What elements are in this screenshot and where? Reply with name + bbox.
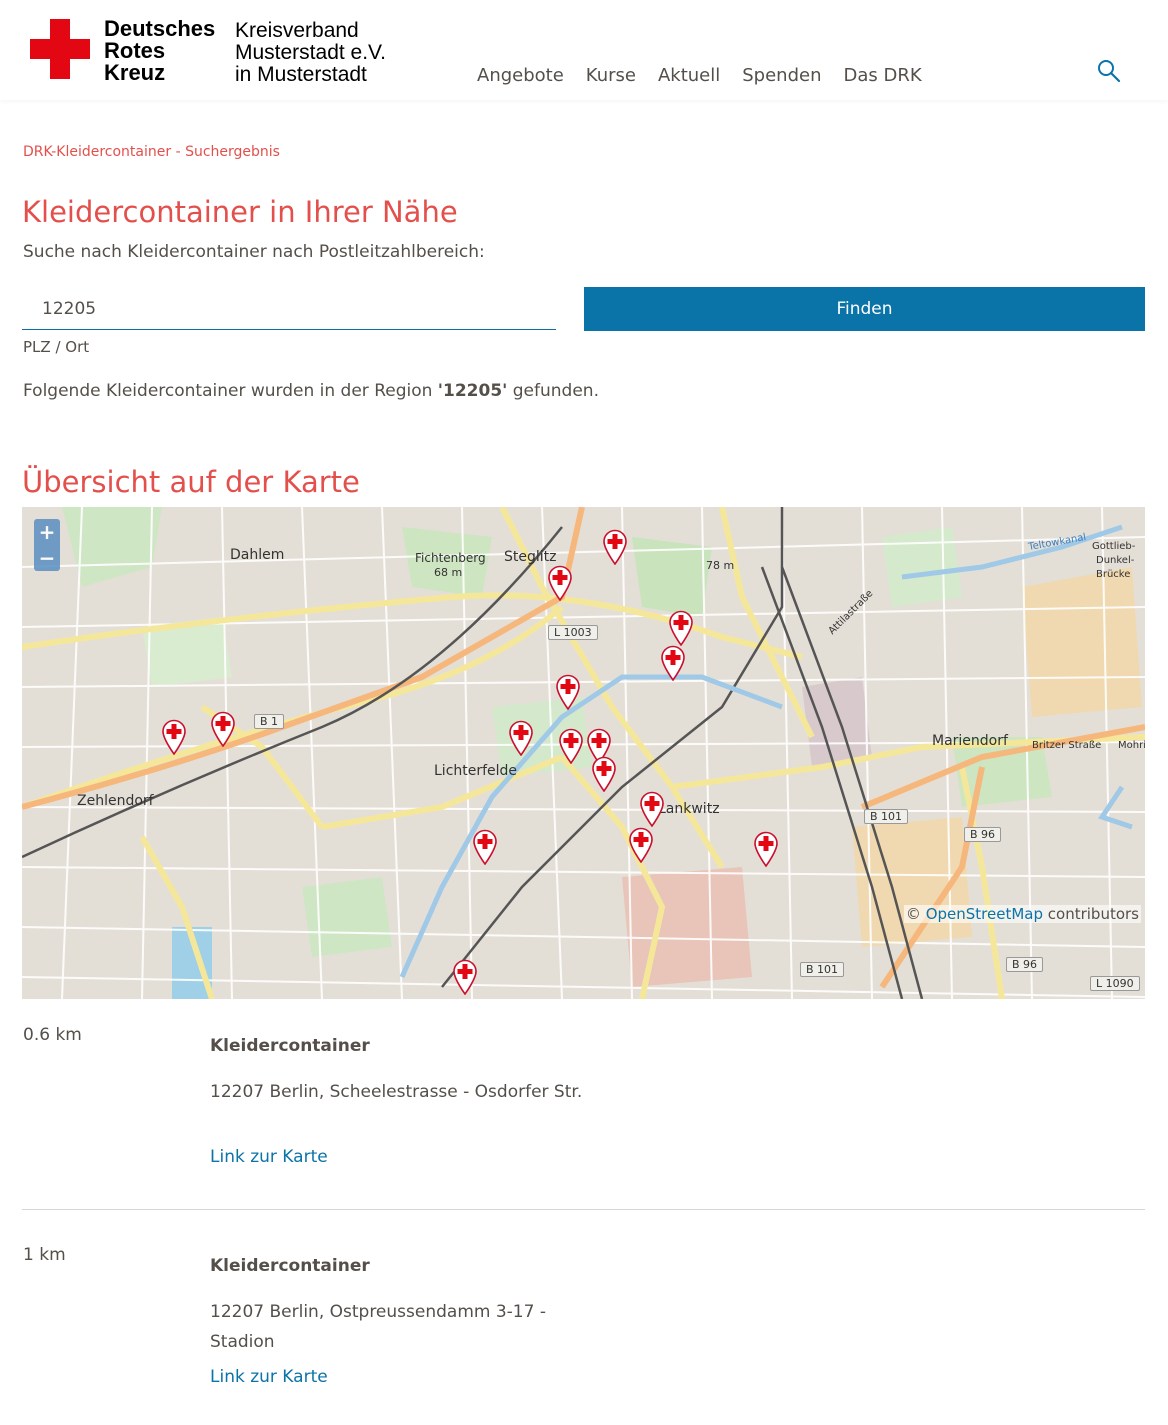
map-label: Dahlem <box>230 547 285 563</box>
result-divider <box>22 1209 1145 1210</box>
container-marker-icon[interactable] <box>602 529 628 566</box>
nav-item-aktuell[interactable]: Aktuell <box>658 65 720 86</box>
road-badge: L 1003 <box>548 625 598 640</box>
container-marker-icon[interactable] <box>639 791 665 828</box>
map-link[interactable]: Link zur Karte <box>210 1367 328 1387</box>
red-cross-logo-icon[interactable] <box>30 19 90 79</box>
map-label: Fichtenberg <box>415 551 486 565</box>
search-icon[interactable] <box>1096 58 1122 84</box>
result-summary-suffix: gefunden. <box>507 381 599 401</box>
org-line: Musterstadt e.V. <box>235 41 386 64</box>
container-marker-icon[interactable] <box>753 831 779 868</box>
road-badge: B 1 <box>254 714 285 729</box>
result-address: 12207 Berlin, Ostpreussendamm 3-17 - Sta… <box>210 1302 546 1352</box>
result-distance: 1 km <box>23 1245 66 1265</box>
map-label: Mariendorf <box>932 733 1008 749</box>
result-title: Kleidercontainer <box>210 1256 370 1276</box>
road-badge: B 101 <box>864 809 909 824</box>
map-label: Steglitz <box>504 549 557 565</box>
zoom-control: + − <box>34 519 60 571</box>
attribution-prefix: © <box>905 905 926 923</box>
result-item: 1 km Kleidercontainer 12207 Berlin, Ostp… <box>22 1245 1145 1415</box>
zoom-in-button[interactable]: + <box>34 519 60 545</box>
page-title: Kleidercontainer in Ihrer Nähe <box>22 195 458 229</box>
logo-wordmark[interactable]: Deutsches Rotes Kreuz <box>104 18 215 84</box>
result-item: 0.6 km Kleidercontainer 12207 Berlin, Sc… <box>22 1025 1145 1195</box>
logo-line: Deutsches <box>104 16 216 41</box>
nav-item-das-drk[interactable]: Das DRK <box>844 65 922 86</box>
org-line: Kreisverband <box>235 19 359 42</box>
plz-input-label: PLZ / Ort <box>23 338 90 356</box>
container-map[interactable]: Dahlem Steglitz Fichtenberg 68 m 78 m Li… <box>22 507 1145 999</box>
map-label: Brücke <box>1096 569 1131 580</box>
road-badge: B 101 <box>800 962 845 977</box>
result-summary: Folgende Kleidercontainer wurden in der … <box>23 381 599 401</box>
container-marker-icon[interactable] <box>452 959 478 996</box>
result-title: Kleidercontainer <box>210 1036 370 1056</box>
map-label: Mohrin <box>1118 740 1145 751</box>
plz-search-input[interactable] <box>22 288 556 330</box>
search-intro-text: Suche nach Kleidercontainer nach Postlei… <box>23 242 485 262</box>
map-label: Britzer Straße <box>1032 740 1102 751</box>
road-badge: L 1090 <box>1090 976 1140 991</box>
map-label: Lichterfelde <box>434 763 518 779</box>
container-marker-icon[interactable] <box>210 711 236 748</box>
attribution-suffix: contributors <box>1043 905 1139 923</box>
result-summary-prefix: Folgende Kleidercontainer wurden in der … <box>23 381 438 401</box>
map-label: Lankwitz <box>658 801 720 817</box>
main-navigation: Angebote Kurse Aktuell Spenden Das DRK <box>477 65 944 86</box>
container-marker-icon[interactable] <box>660 645 686 682</box>
site-header: Deutsches Rotes Kreuz Kreisverband Muste… <box>0 0 1168 100</box>
logo-line: Rotes <box>104 38 166 63</box>
openstreetmap-link[interactable]: OpenStreetMap <box>926 905 1043 923</box>
map-label: Zehlendorf <box>77 793 154 809</box>
road-badge: B 96 <box>964 827 1002 842</box>
nav-item-angebote[interactable]: Angebote <box>477 65 564 86</box>
container-marker-icon[interactable] <box>508 720 534 757</box>
container-marker-icon[interactable] <box>472 829 498 866</box>
container-marker-icon[interactable] <box>591 756 617 793</box>
container-marker-icon[interactable] <box>558 728 584 765</box>
map-label: 68 m <box>434 566 463 579</box>
org-line: in Musterstadt <box>235 63 367 86</box>
result-region: '12205' <box>437 381 508 401</box>
zoom-out-button[interactable]: − <box>34 545 60 571</box>
container-marker-icon[interactable] <box>555 674 581 711</box>
result-address: 12207 Berlin, Scheelestrasse - Osdorfer … <box>210 1082 583 1102</box>
container-marker-icon[interactable] <box>668 610 694 647</box>
nav-item-kurse[interactable]: Kurse <box>586 65 636 86</box>
road-badge: B 96 <box>1006 957 1044 972</box>
map-label: Dunkel- <box>1096 555 1135 566</box>
container-marker-icon[interactable] <box>161 719 187 756</box>
container-marker-icon[interactable] <box>547 565 573 602</box>
breadcrumb[interactable]: DRK-Kleidercontainer - Suchergebnis <box>23 144 280 160</box>
map-link[interactable]: Link zur Karte <box>210 1147 328 1167</box>
map-label: Gottlieb- <box>1092 541 1136 552</box>
map-label: 78 m <box>706 559 735 572</box>
container-marker-icon[interactable] <box>628 827 654 864</box>
result-distance: 0.6 km <box>23 1025 82 1045</box>
logo-line: Kreuz <box>104 60 166 85</box>
map-heading: Übersicht auf der Karte <box>22 465 360 499</box>
organization-name: Kreisverband Musterstadt e.V. in Musters… <box>235 20 386 86</box>
find-button[interactable]: Finden <box>584 287 1145 331</box>
map-attribution: © OpenStreetMap contributors <box>903 905 1141 923</box>
nav-item-spenden[interactable]: Spenden <box>742 65 821 86</box>
